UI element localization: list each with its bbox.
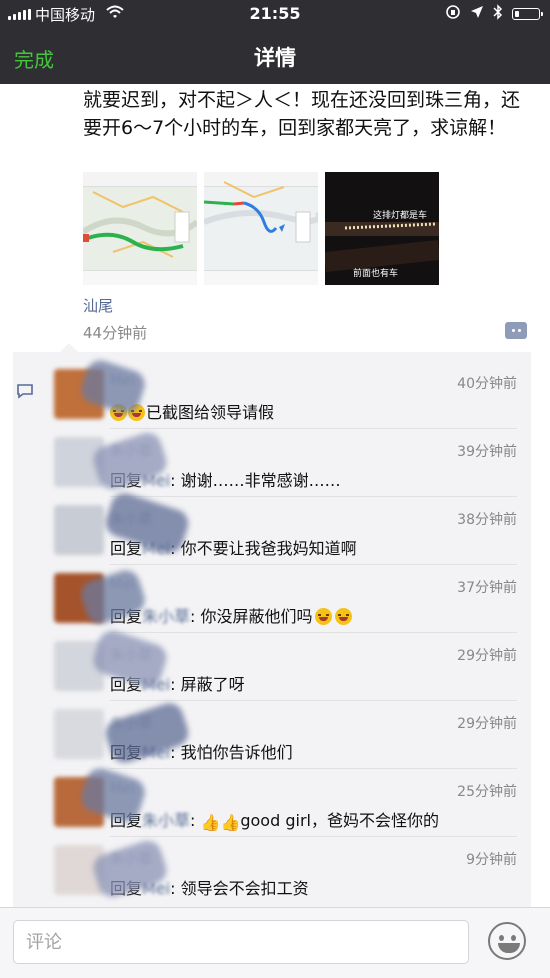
photo-night-traffic[interactable]: 这排灯都是车 前面也有车 xyxy=(325,172,439,285)
reply-target[interactable]: 朱小草 xyxy=(142,811,190,830)
photo-caption-1: 这排灯都是车 xyxy=(373,211,428,221)
comment-item[interactable]: 朱小草29分钟前回复Mei: 我怕你告诉他们 xyxy=(13,699,531,769)
comments-caret xyxy=(60,343,78,352)
comment-input-bar xyxy=(0,907,550,978)
page-title: 详情 xyxy=(254,46,296,70)
avatar[interactable] xyxy=(54,709,104,759)
reply-separator: : xyxy=(190,607,201,626)
laugh-emoji-icon xyxy=(334,608,352,625)
reply-separator: : xyxy=(170,471,181,490)
comment-time: 40分钟前 xyxy=(457,376,517,392)
comment-body: 谢谢……非常感谢…… xyxy=(180,471,341,490)
photo-grid: 这排灯都是车 前面也有车 xyxy=(83,172,439,285)
comment-body: 领导会不会扣工资 xyxy=(180,879,309,898)
comment-item[interactable]: Mei40分钟前已截图给领导请假 xyxy=(13,356,531,429)
comment-body: good girl，爸妈不会怪你的 xyxy=(240,811,439,830)
comment-time: 37分钟前 xyxy=(457,580,517,596)
comment-input[interactable] xyxy=(13,920,469,964)
status-bar: 中国移动 21:55 xyxy=(0,0,550,28)
laugh-emoji-icon xyxy=(314,608,332,625)
comment-body: 我怕你告诉他们 xyxy=(180,743,293,762)
comment-text: 回复朱小草: 👍👍good girl，爸妈不会怪你的 xyxy=(110,807,439,832)
comment-body: 已截图给领导请假 xyxy=(146,403,275,422)
thumbs-up-emoji-icon: 👍 xyxy=(200,813,221,832)
comment-body: 屏蔽了呀 xyxy=(180,675,245,694)
comment-time: 25分钟前 xyxy=(457,784,517,800)
comment-text: 回复朱小草: 你没屏蔽他们吗 xyxy=(110,603,353,627)
comment-time: 38分钟前 xyxy=(457,512,517,528)
comment-item[interactable]: 朱小草9分钟前回复Mei: 领导会不会扣工资 xyxy=(13,837,531,905)
location-arrow-icon xyxy=(470,5,484,23)
photo-map-route-2[interactable] xyxy=(204,172,318,285)
comment-time: 29分钟前 xyxy=(457,648,517,664)
thumbs-up-emoji-icon: 👍 xyxy=(220,813,241,832)
post-time: 44分钟前 xyxy=(83,324,148,342)
comment-item[interactable]: Mei25分钟前回复朱小草: 👍👍good girl，爸妈不会怪你的 xyxy=(13,764,531,837)
comment-time: 29分钟前 xyxy=(457,716,517,732)
avatar[interactable] xyxy=(54,505,104,555)
comment-item[interactable]: Mei37分钟前回复朱小草: 你没屏蔽他们吗 xyxy=(13,565,531,633)
comment-item[interactable]: 朱小草29分钟前回复Mei: 屏蔽了呀 xyxy=(13,627,531,701)
more-actions-button[interactable] xyxy=(505,322,527,339)
battery-icon xyxy=(512,8,543,20)
photo-map-route-1[interactable] xyxy=(83,172,197,285)
reply-separator: : xyxy=(170,675,181,694)
comment-body: 你没屏蔽他们吗 xyxy=(200,607,313,626)
comment-body: 你不要让我爸我妈知道啊 xyxy=(180,539,357,558)
post-location[interactable]: 汕尾 xyxy=(83,295,113,316)
rotation-lock-icon xyxy=(445,4,461,24)
comment-time: 39分钟前 xyxy=(457,444,517,460)
comments-list: Mei40分钟前已截图给领导请假朱小草39分钟前回复Mei: 谢谢……非常感谢…… xyxy=(13,352,531,907)
comment-item[interactable]: 朱小草39分钟前回复Mei: 谢谢……非常感谢…… xyxy=(13,429,531,497)
comment-item[interactable]: 朱小草38分钟前回复Mei: 你不要让我爸我妈知道啊 xyxy=(13,489,531,565)
comment-time: 9分钟前 xyxy=(466,852,517,868)
top-bar: 中国移动 21:55 完成 详情 xyxy=(0,0,550,84)
reply-target[interactable]: 朱小草 xyxy=(142,607,190,626)
reply-separator: : xyxy=(190,811,201,830)
post-text: 就要迟到，对不起＞人＜！现在还没回到珠三角，还要开6～7个小时的车，回到家都天亮… xyxy=(83,89,521,139)
photo-caption-2: 前面也有车 xyxy=(353,269,399,279)
emoji-button[interactable] xyxy=(488,922,526,960)
reply-separator: : xyxy=(170,879,181,898)
comment-bubble-icon xyxy=(16,383,34,403)
bluetooth-icon xyxy=(493,4,503,24)
